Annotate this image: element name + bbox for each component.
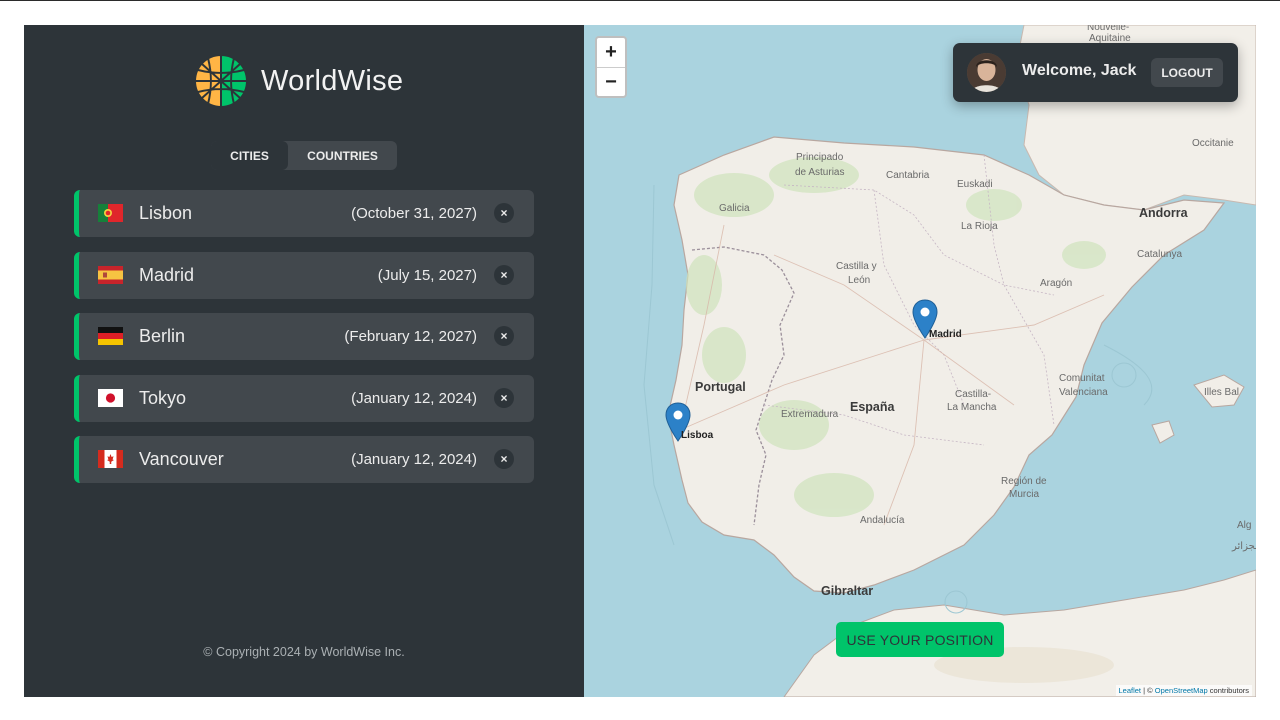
map-label-murcia-2: Murcia [1009, 489, 1040, 500]
map-label-occitanie: Occitanie [1192, 138, 1234, 149]
leaflet-link[interactable]: Leaflet [1119, 686, 1142, 695]
city-name: Berlin [139, 326, 186, 346]
delete-city-button[interactable]: × [494, 387, 514, 408]
city-date: (January 12, 2024) [351, 389, 477, 407]
map-label-algeria-2: الجزائر [1232, 541, 1256, 552]
city-name: Lisbon [139, 203, 193, 223]
copyright: © Copyright 2024 by WorldWise Inc. [203, 645, 405, 659]
city-date: (July 15, 2027) [377, 266, 477, 284]
city-item-madrid[interactable]: Madrid (July 15, 2027) × [74, 251, 534, 299]
logout-button[interactable]: LOGOUT [1151, 58, 1223, 87]
map-label-catalunya: Catalunya [1137, 249, 1183, 260]
map-label-galicia: Galicia [719, 203, 750, 214]
user-card: Welcome, Jack LOGOUT [953, 43, 1238, 102]
map-label-nouvelle-1: Nouvelle- [1087, 25, 1130, 33]
spain-flag-icon [98, 265, 123, 284]
map-label-algeria-1: Alg [1237, 520, 1252, 531]
portugal-flag-icon [98, 204, 123, 222]
globe-logo-icon [194, 54, 248, 108]
avatar [967, 53, 1006, 92]
map-label-valenciana-1: Comunitat [1059, 373, 1105, 384]
map-label-murcia-1: Región de [1001, 476, 1047, 487]
city-list: Lisbon (October 31, 2027) × Madrid (July… [74, 190, 534, 498]
top-divider [0, 0, 1280, 1]
zoom-control: + − [595, 36, 627, 98]
sidebar: WorldWise CITIES COUNTRIES Lisbon (Octob… [24, 25, 584, 697]
user-avatar-icon [967, 53, 1006, 92]
map-label-andorra: Andorra [1139, 206, 1188, 220]
tab-countries[interactable]: COUNTRIES [288, 141, 397, 170]
welcome-text: Welcome, Jack [1022, 62, 1137, 79]
app-layout: WorldWise CITIES COUNTRIES Lisbon (Octob… [24, 25, 1256, 697]
city-item-vancouver[interactable]: Vancouver (January 12, 2024) × [74, 436, 534, 483]
attribution-separator: | © [1141, 686, 1155, 695]
map-label-asturias-2: de Asturias [795, 167, 845, 178]
map-label-castilla-mancha-1: Castilla- [955, 389, 992, 400]
delete-city-button[interactable]: × [494, 449, 514, 469]
city-item-tokyo[interactable]: Tokyo (January 12, 2024) × [74, 374, 534, 422]
map-label-aragon: Aragón [1040, 278, 1073, 289]
map-label-portugal: Portugal [695, 380, 746, 394]
japan-flag-icon [98, 388, 123, 407]
map-label-andalucia: Andalucía [860, 515, 905, 526]
zoom-in-button[interactable]: + [597, 38, 625, 67]
map[interactable]: Nouvelle- Aquitaine Occitanie Principado… [584, 25, 1256, 697]
attribution-tail: contributors [1207, 686, 1249, 695]
map-label-asturias-1: Principado [796, 152, 844, 163]
map-label-rioja: La Rioja [961, 221, 998, 232]
map-attribution: Leaflet | © OpenStreetMap contributors [1115, 685, 1252, 696]
map-label-spain: España [850, 400, 895, 414]
osm-link[interactable]: OpenStreetMap [1155, 686, 1208, 695]
map-label-castilla-leon-2: León [848, 275, 871, 286]
map-label-illes: Illes Bal [1204, 387, 1240, 398]
map-label-extremadura: Extremadura [781, 409, 839, 420]
logo[interactable]: WorldWise [194, 54, 403, 108]
map-label-valenciana-2: Valenciana [1059, 387, 1108, 398]
tab-cities[interactable]: CITIES [211, 141, 288, 170]
city-date: (February 12, 2027) [344, 328, 477, 345]
germany-flag-icon [98, 327, 123, 345]
map-label-castilla-leon-1: Castilla y [836, 261, 877, 272]
city-item-lisbon[interactable]: Lisbon (October 31, 2027) × [74, 190, 534, 237]
delete-city-button[interactable]: × [494, 203, 514, 223]
map-tiles [584, 25, 1256, 697]
city-name: Madrid [139, 264, 195, 285]
logo-text: WorldWise [261, 64, 404, 97]
city-name: Vancouver [139, 449, 224, 469]
map-label-cantabria: Cantabria [886, 170, 930, 181]
delete-city-button[interactable]: × [494, 264, 514, 285]
city-name: Tokyo [139, 387, 187, 408]
map-label-castilla-mancha-2: La Mancha [947, 402, 997, 413]
city-item-berlin[interactable]: Berlin (February 12, 2027) × [74, 313, 534, 360]
map-label-gibraltar: Gibraltar [821, 584, 874, 598]
map-label-euskadi: Euskadi [957, 179, 993, 190]
use-position-button[interactable]: USE YOUR POSITION [836, 622, 1004, 657]
canada-flag-icon [98, 450, 123, 468]
tab-bar: CITIES COUNTRIES [211, 141, 397, 170]
map-marker-label-madrid: Madrid [929, 329, 962, 340]
delete-city-button[interactable]: × [494, 326, 514, 346]
city-date: (October 31, 2027) [351, 205, 477, 222]
city-date: (January 12, 2024) [351, 451, 477, 468]
map-marker-label-lisboa: Lisboa [681, 430, 714, 441]
zoom-out-button[interactable]: − [597, 67, 625, 96]
